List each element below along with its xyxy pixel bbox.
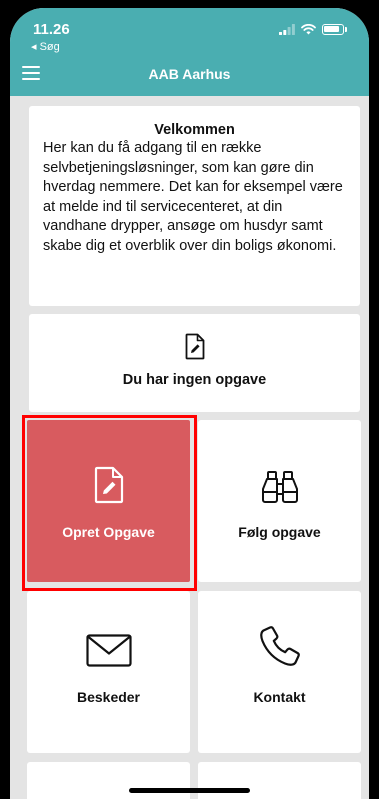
welcome-title: Velkommen: [154, 122, 235, 138]
welcome-text: Her kan du få adgang til en række selvbe…: [43, 140, 343, 254]
signal-icon: [279, 24, 295, 35]
page-title: AAB Aarhus: [148, 66, 231, 82]
contact-button[interactable]: Kontakt: [198, 591, 361, 753]
messages-label: Beskeder: [76, 689, 141, 705]
document-edit-icon: [94, 466, 123, 504]
wifi-icon: [301, 24, 316, 35]
tasks-label: Du har ingen opgave: [122, 372, 267, 388]
battery-tip: [345, 27, 347, 32]
more-tile-right[interactable]: [198, 762, 361, 799]
status-time: 11.26: [33, 21, 70, 38]
contact-label: Kontakt: [253, 689, 306, 705]
document-edit-icon: [185, 333, 204, 360]
tasks-card[interactable]: Du har ingen opgave: [29, 314, 360, 412]
more-tile-left[interactable]: [27, 762, 190, 799]
messages-button[interactable]: Beskeder: [27, 591, 190, 753]
welcome-card: Velkommen Her kan du få adgang til en ræ…: [29, 106, 360, 306]
phone-icon: [259, 626, 300, 666]
envelope-icon: [85, 634, 132, 667]
top-bar: 11.26 ◂ Søg AAB Aarhus: [10, 8, 369, 96]
battery-icon: [322, 24, 344, 35]
binoculars-icon: [261, 471, 298, 503]
create-task-label: Opret Opgave: [62, 524, 155, 540]
follow-task-button[interactable]: Følg opgave: [198, 420, 361, 582]
home-indicator[interactable]: [129, 788, 250, 793]
phone-screen: 11.26 ◂ Søg AAB Aarhus Velkommen Her kan…: [10, 8, 369, 799]
status-icons: [279, 24, 347, 35]
follow-task-label: Følg opgave: [238, 524, 321, 540]
create-task-button[interactable]: Opret Opgave: [27, 420, 190, 582]
back-to-search-link[interactable]: ◂ Søg: [31, 40, 60, 53]
